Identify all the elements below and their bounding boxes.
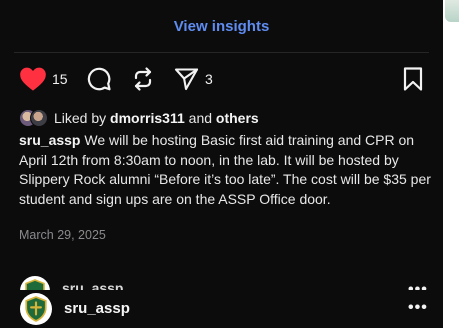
post-date: March 29, 2025 [19, 228, 106, 242]
save-button[interactable] [402, 66, 424, 92]
comment-button[interactable] [86, 66, 112, 92]
sticky-post-header: sru_assp ••• [0, 290, 443, 328]
post-caption: sru_assp We will be hosting Basic first … [19, 131, 431, 209]
view-insights-link[interactable]: View insights [0, 18, 443, 35]
liked-by-username[interactable]: dmorris311 [110, 110, 185, 126]
screen: View insights 15 3 Liked by dmorris311 a… [0, 0, 459, 328]
caption-text: We will be hosting Basic first aid train… [19, 132, 431, 207]
more-options-icon[interactable]: ••• [408, 299, 428, 317]
instagram-post-view: View insights 15 3 Liked by dmorris311 a… [0, 0, 443, 328]
shield-logo-icon [25, 296, 47, 322]
liker-avatar[interactable] [30, 109, 48, 127]
like-count[interactable]: 15 [52, 71, 68, 87]
divider [14, 52, 429, 53]
profile-avatar[interactable] [20, 293, 52, 325]
background-window-edge [445, 0, 459, 22]
bookmark-icon [402, 66, 424, 92]
header-username[interactable]: sru_assp [64, 300, 130, 317]
liked-by-prefix: Liked by [54, 110, 107, 126]
liked-by-joiner: and [188, 110, 213, 126]
repost-icon [130, 66, 156, 92]
like-button[interactable]: 15 [19, 66, 68, 92]
paper-plane-icon [173, 66, 200, 92]
share-button[interactable]: 3 [173, 66, 213, 92]
comment-icon [86, 66, 112, 92]
liked-by-others[interactable]: others [216, 110, 259, 126]
liked-by-text: Liked by dmorris311 and others [54, 110, 259, 126]
share-count[interactable]: 3 [205, 71, 213, 87]
repost-button[interactable] [130, 66, 156, 92]
heart-icon [19, 66, 47, 92]
liked-by-row[interactable]: Liked by dmorris311 and others [19, 108, 259, 128]
caption-username[interactable]: sru_assp [19, 132, 80, 148]
